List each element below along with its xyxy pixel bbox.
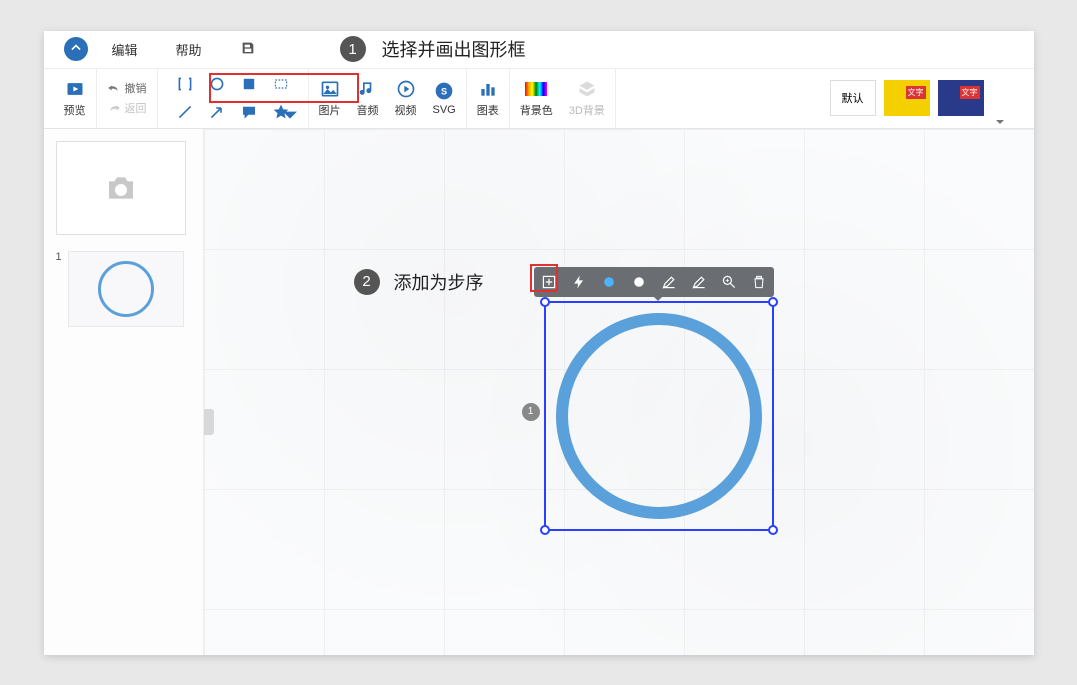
annotation-label-2: 添加为步序 bbox=[394, 269, 484, 295]
shape-square-fill[interactable] bbox=[238, 73, 260, 95]
camera-icon bbox=[105, 174, 137, 202]
video-label: 视频 bbox=[395, 102, 417, 118]
step-marker[interactable]: 1 bbox=[522, 403, 540, 421]
sidebar-drag-handle[interactable] bbox=[204, 409, 214, 435]
save-icon bbox=[240, 40, 256, 56]
shape-context-toolbar bbox=[534, 267, 774, 297]
stroke-icon[interactable] bbox=[690, 273, 708, 291]
chevron-down-icon bbox=[282, 107, 298, 123]
svg-label: SVG bbox=[433, 104, 456, 116]
resize-handle-br[interactable] bbox=[768, 525, 778, 535]
annotation-2: 2 添加为步序 bbox=[354, 269, 484, 295]
body: 1 2 添加为步序 bbox=[44, 129, 1034, 655]
theme-more-icon[interactable] bbox=[994, 116, 1006, 128]
image-button[interactable]: 图片 bbox=[319, 78, 341, 118]
save-button[interactable] bbox=[226, 40, 270, 59]
bgcolor-button[interactable]: 背景色 bbox=[520, 78, 553, 118]
undo-button[interactable]: 撤销 bbox=[107, 80, 147, 96]
audio-button[interactable]: 音频 bbox=[357, 78, 379, 118]
annotation-badge-1: 1 bbox=[340, 36, 366, 62]
menu-bar: 编辑 帮助 1 选择并画出图形框 bbox=[44, 31, 1034, 69]
tool-group-shapes bbox=[158, 69, 309, 128]
svg-icon: S bbox=[433, 80, 455, 102]
preview-button[interactable]: 预览 bbox=[64, 78, 86, 118]
resize-handle-tr[interactable] bbox=[768, 297, 778, 307]
chart-icon bbox=[477, 78, 499, 100]
add-step-icon[interactable] bbox=[540, 273, 558, 291]
image-label: 图片 bbox=[319, 102, 341, 118]
bgcolor-label: 背景色 bbox=[520, 102, 553, 118]
tool-group-themes: 默认 bbox=[820, 69, 1024, 128]
preview-label: 预览 bbox=[64, 102, 86, 118]
menu-help[interactable]: 帮助 bbox=[162, 40, 216, 59]
svg-button[interactable]: S SVG bbox=[433, 80, 456, 116]
audio-label: 音频 bbox=[357, 102, 379, 118]
undo-icon bbox=[107, 83, 121, 93]
menu-edit[interactable]: 编辑 bbox=[98, 40, 152, 59]
theme-blue[interactable] bbox=[938, 80, 984, 116]
slides-sidebar: 1 bbox=[44, 129, 204, 655]
slide-item-1[interactable]: 1 bbox=[56, 251, 191, 327]
edit-icon[interactable] bbox=[660, 273, 678, 291]
circle-shape[interactable] bbox=[556, 313, 762, 519]
bg3d-icon bbox=[576, 78, 598, 100]
play-icon bbox=[64, 78, 86, 100]
resize-handle-tl[interactable] bbox=[540, 297, 550, 307]
back-button[interactable]: 返回 bbox=[107, 100, 147, 116]
shape-arrow[interactable] bbox=[206, 101, 228, 123]
annotation-label-1: 选择并画出图形框 bbox=[382, 36, 526, 62]
tool-group-chart: 图表 bbox=[467, 69, 510, 128]
shape-speech[interactable] bbox=[238, 101, 260, 123]
bg3d-label: 3D背景 bbox=[569, 102, 605, 118]
logo-icon[interactable] bbox=[64, 37, 88, 61]
audio-icon bbox=[357, 78, 379, 100]
image-icon bbox=[319, 78, 341, 100]
tool-group-bg: 背景色 3D背景 bbox=[510, 69, 616, 128]
bolt-icon[interactable] bbox=[570, 273, 588, 291]
slide-thumbnail bbox=[68, 251, 184, 327]
video-button[interactable]: 视频 bbox=[395, 78, 417, 118]
tool-group-undo: 撤销 返回 bbox=[97, 69, 158, 128]
chart-button[interactable]: 图表 bbox=[477, 78, 499, 118]
toolbar: 预览 撤销 返回 bbox=[44, 69, 1034, 129]
tool-group-preview: 预览 bbox=[54, 69, 97, 128]
shape-star[interactable] bbox=[270, 101, 292, 123]
redo-icon bbox=[107, 103, 121, 113]
delete-icon[interactable] bbox=[750, 273, 768, 291]
annotation-badge-2: 2 bbox=[354, 269, 380, 295]
chart-label: 图表 bbox=[477, 102, 499, 118]
theme-default[interactable]: 默认 bbox=[830, 80, 876, 116]
shape-rect-dashed[interactable] bbox=[270, 73, 292, 95]
fill-blue-icon[interactable] bbox=[600, 273, 618, 291]
bg3d-button[interactable]: 3D背景 bbox=[569, 78, 605, 118]
shape-line[interactable] bbox=[174, 101, 196, 123]
selection-box[interactable]: 1 bbox=[544, 301, 774, 531]
resize-handle-bl[interactable] bbox=[540, 525, 550, 535]
fill-white-icon[interactable] bbox=[630, 273, 648, 291]
shape-brackets[interactable] bbox=[174, 73, 196, 95]
slide-circle-icon bbox=[98, 261, 154, 317]
app-window: 编辑 帮助 1 选择并画出图形框 预览 撤销 返回 bbox=[44, 31, 1034, 655]
tool-group-media: 图片 音频 视频 S SVG bbox=[309, 69, 467, 128]
svg-text:S: S bbox=[441, 86, 447, 96]
theme-yellow[interactable] bbox=[884, 80, 930, 116]
canvas[interactable]: 2 添加为步序 1 bbox=[204, 129, 1034, 655]
slide-number: 1 bbox=[56, 251, 62, 327]
shape-palette bbox=[168, 70, 298, 126]
bgcolor-icon bbox=[525, 78, 547, 100]
shape-circle[interactable] bbox=[206, 73, 228, 95]
undo-label: 撤销 bbox=[125, 80, 147, 96]
back-label: 返回 bbox=[125, 100, 147, 116]
video-icon bbox=[395, 78, 417, 100]
zoom-icon[interactable] bbox=[720, 273, 738, 291]
add-slide-card[interactable] bbox=[56, 141, 186, 235]
